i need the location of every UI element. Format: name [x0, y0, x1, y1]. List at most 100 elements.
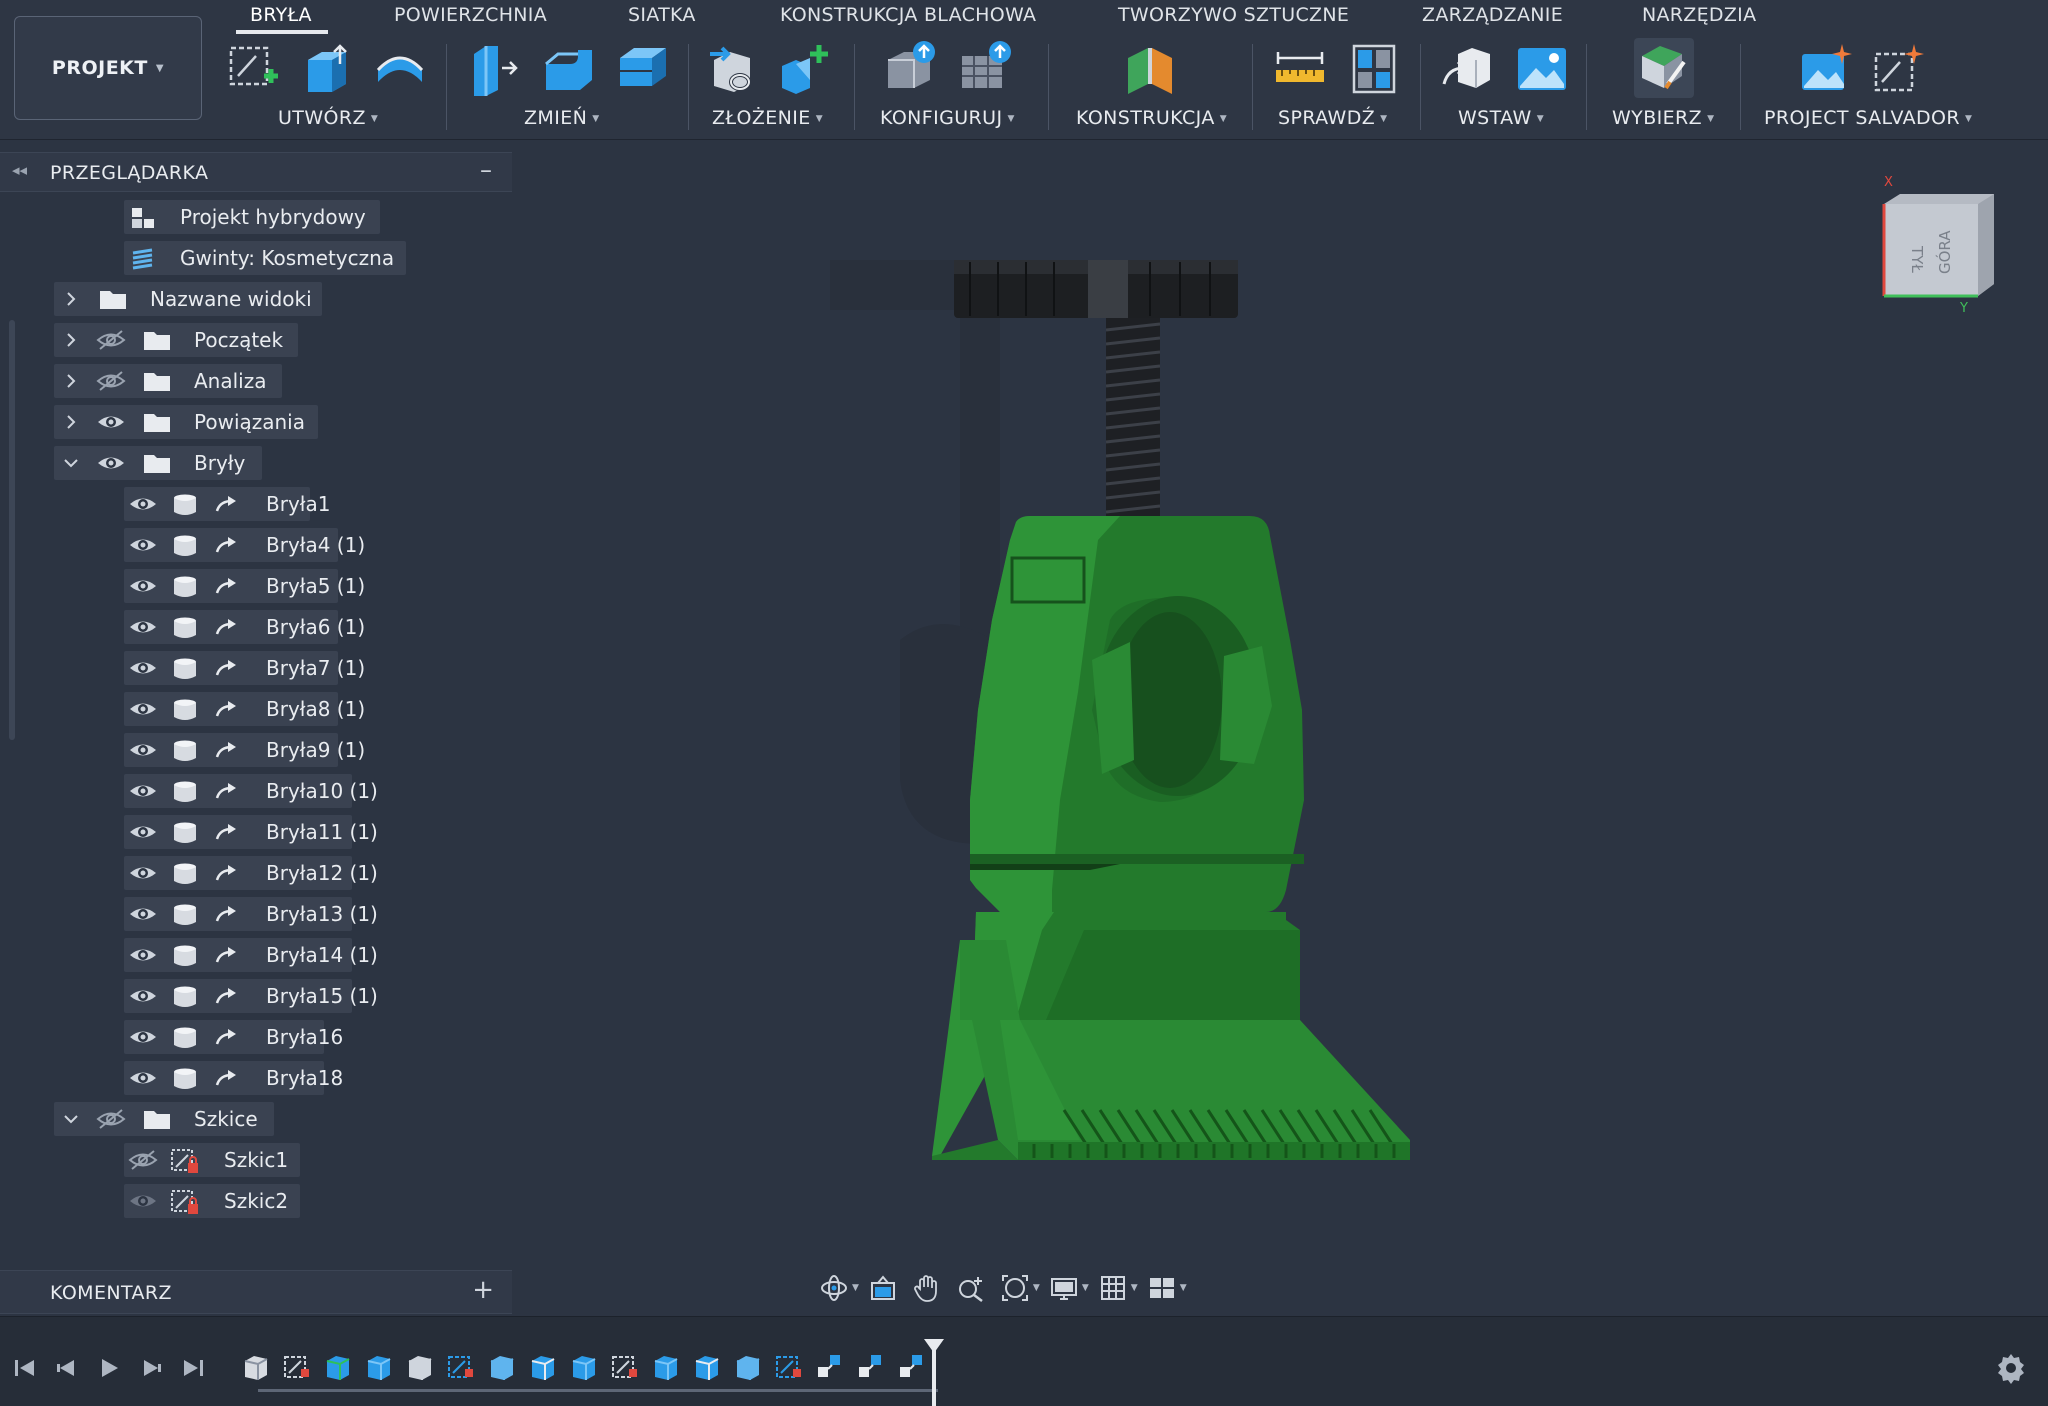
tree-item-body[interactable]: Bryła14 (1) — [124, 938, 384, 972]
model-viewport[interactable] — [820, 240, 1500, 1180]
viewcube-face-top[interactable]: GÓRA — [1935, 230, 1954, 274]
configure-table-icon[interactable] — [956, 40, 1012, 96]
group-insert[interactable]: WSTAW ▼ — [1458, 107, 1544, 129]
insert-derive-icon[interactable] — [1440, 40, 1496, 96]
timeline-feature-icon[interactable] — [404, 1351, 436, 1383]
construction-plane-icon[interactable] — [1122, 40, 1178, 96]
chevron-down-icon[interactable]: ▼ — [852, 1283, 859, 1293]
eye-icon[interactable] — [128, 944, 158, 966]
chevron-down-icon[interactable]: ▼ — [1180, 1283, 1187, 1293]
browser-scrollbar[interactable] — [9, 320, 15, 740]
group-construct[interactable]: KONSTRUKCJA ▼ — [1076, 107, 1227, 129]
tree-item-body[interactable]: Bryła16 — [124, 1020, 384, 1054]
viewcube[interactable]: X Y TYŁ GÓRA — [1870, 176, 2010, 316]
timeline-feature-icon[interactable] — [773, 1351, 805, 1383]
step-back-icon[interactable] — [52, 1353, 82, 1383]
timeline-feature-icon[interactable] — [691, 1351, 723, 1383]
tree-item-body[interactable]: Bryła15 (1) — [124, 979, 384, 1013]
timeline-feature-icon[interactable] — [855, 1351, 887, 1383]
group-configure[interactable]: KONFIGURUJ ▼ — [880, 107, 1015, 129]
eye-icon[interactable] — [128, 575, 158, 597]
tree-item-body[interactable]: Bryła18 — [124, 1061, 384, 1095]
timeline-feature-icon[interactable] — [240, 1351, 272, 1383]
tab-tworzywo-sztuczne[interactable]: TWORZYWO SZTUCZNE — [1118, 4, 1349, 26]
timeline-feature-icon[interactable] — [650, 1351, 682, 1383]
minimize-panel-button[interactable]: – — [480, 156, 492, 184]
timeline-feature-icon[interactable] — [814, 1351, 846, 1383]
tab-narzedzia[interactable]: NARZĘDZIA — [1642, 4, 1756, 26]
add-comment-button[interactable]: + — [472, 1275, 494, 1305]
collapse-panel-icon[interactable]: ◂◂ — [12, 161, 27, 179]
timeline-feature-icon[interactable] — [281, 1351, 313, 1383]
tab-zarzadzanie[interactable]: ZARZĄDZANIE — [1422, 4, 1563, 26]
revolve-icon[interactable] — [372, 40, 428, 96]
project-menu-button[interactable]: PROJEKT ▼ — [14, 16, 202, 120]
tree-folder-origin[interactable]: Początek — [54, 323, 314, 357]
tree-folder-analysis[interactable]: Analiza — [54, 364, 314, 398]
extrude-icon[interactable] — [300, 40, 356, 96]
chevron-down-icon[interactable] — [62, 1110, 80, 1128]
timeline-marker[interactable] — [924, 1339, 944, 1406]
chevron-right-icon[interactable] — [62, 290, 80, 308]
eye-hidden-icon[interactable] — [96, 1108, 126, 1130]
fit-button[interactable] — [993, 1268, 1037, 1308]
gear-icon[interactable] — [1994, 1351, 2028, 1385]
tree-folder-sketches[interactable]: Szkice — [54, 1102, 294, 1136]
step-forward-icon[interactable] — [136, 1353, 166, 1383]
tab-konstrukcja-blachowa[interactable]: KONSTRUKCJA BLACHOWA — [780, 4, 1036, 26]
tab-siatka[interactable]: SIATKA — [628, 4, 696, 26]
eye-icon[interactable] — [128, 821, 158, 843]
eye-hidden-icon[interactable] — [96, 370, 126, 392]
display-settings-button[interactable] — [1042, 1268, 1086, 1308]
eye-icon[interactable] — [128, 985, 158, 1007]
eye-icon[interactable] — [128, 493, 158, 515]
orbit-button[interactable] — [812, 1268, 856, 1308]
tab-powierzchnia[interactable]: POWIERZCHNIA — [394, 4, 547, 26]
tree-folder-named-views[interactable]: Nazwane widoki — [54, 282, 334, 316]
group-assemble[interactable]: ZŁOŻENIE ▼ — [712, 107, 823, 129]
eye-icon[interactable] — [128, 1067, 158, 1089]
look-at-button[interactable] — [861, 1268, 905, 1308]
eye-icon[interactable] — [128, 616, 158, 638]
timeline-feature-icon[interactable] — [322, 1351, 354, 1383]
go-to-end-icon[interactable] — [178, 1353, 208, 1383]
tree-item-sketch[interactable]: Szkic2 — [124, 1184, 304, 1218]
create-sketch-icon[interactable] — [226, 40, 282, 96]
press-pull-icon[interactable] — [466, 40, 522, 96]
zoom-button[interactable] — [949, 1268, 993, 1308]
go-to-start-icon[interactable] — [10, 1353, 40, 1383]
eye-icon[interactable] — [128, 534, 158, 556]
tree-item-threads[interactable]: Gwinty: Kosmetyczna — [124, 241, 414, 275]
select-icon[interactable] — [1634, 38, 1694, 98]
eye-icon[interactable] — [128, 739, 158, 761]
salvador-image-icon[interactable] — [1798, 40, 1854, 96]
tree-item-body[interactable]: Bryła12 (1) — [124, 856, 384, 890]
tree-item-body[interactable]: Bryła11 (1) — [124, 815, 384, 849]
group-select[interactable]: WYBIERZ ▼ — [1612, 107, 1714, 129]
tree-item-body[interactable]: Bryła10 (1) — [124, 774, 384, 808]
eye-icon[interactable] — [128, 657, 158, 679]
eye-icon[interactable] — [128, 780, 158, 802]
chevron-right-icon[interactable] — [62, 372, 80, 390]
eye-icon[interactable] — [128, 862, 158, 884]
salvador-sketch-icon[interactable] — [1870, 40, 1926, 96]
timeline-feature-icon[interactable] — [445, 1351, 477, 1383]
eye-icon[interactable] — [128, 698, 158, 720]
eye-hidden-icon[interactable] — [96, 329, 126, 351]
tree-item-body[interactable]: Bryła7 (1) — [124, 651, 384, 685]
joint-icon[interactable] — [704, 40, 760, 96]
pan-button[interactable] — [905, 1268, 949, 1308]
insert-canvas-icon[interactable] — [1514, 40, 1570, 96]
tree-item-body[interactable]: Bryła13 (1) — [124, 897, 384, 931]
tab-bryla[interactable]: BRYŁA — [236, 4, 328, 34]
tree-item-body[interactable]: Bryła9 (1) — [124, 733, 384, 767]
timeline-feature-icon[interactable] — [732, 1351, 764, 1383]
tree-item-hybrid-design[interactable]: Projekt hybrydowy — [124, 200, 384, 234]
tree-item-body[interactable]: Bryła6 (1) — [124, 610, 384, 644]
viewports-button[interactable] — [1140, 1268, 1184, 1308]
tree-item-body[interactable]: Bryła8 (1) — [124, 692, 384, 726]
eye-icon[interactable] — [96, 452, 126, 474]
shell-icon[interactable] — [614, 40, 670, 96]
timeline-feature-icon[interactable] — [527, 1351, 559, 1383]
timeline-feature-icon[interactable] — [609, 1351, 641, 1383]
